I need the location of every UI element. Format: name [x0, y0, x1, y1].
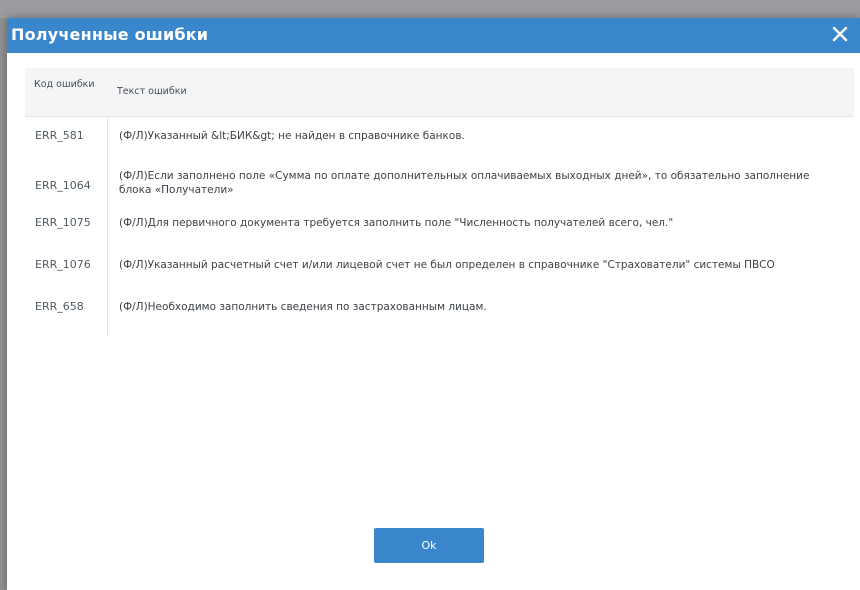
errors-dialog: Полученные ошибки Код ошибки Текст ошибк…	[7, 18, 860, 590]
error-text: (Ф/Л)Указанный &lt;БИК&gt; не найден в с…	[119, 130, 465, 142]
error-text: (Ф/Л)Указанный расчетный счет и/или лице…	[119, 259, 775, 271]
dialog-header: Полученные ошибки	[7, 18, 860, 53]
error-text: (Ф/Л)Необходимо заполнить сведения по за…	[119, 301, 487, 313]
table-header: Код ошибки Текст ошибки	[25, 68, 854, 117]
ok-button[interactable]: Ok	[374, 528, 484, 563]
table-row[interactable]: ERR_1075 (Ф/Л)Для первичного документа т…	[25, 204, 854, 246]
table-row[interactable]: ERR_581 (Ф/Л)Указанный &lt;БИК&gt; не на…	[25, 117, 854, 159]
error-code: ERR_1064	[35, 179, 91, 192]
table-row[interactable]: ERR_1064 (Ф/Л)Если заполнено поле «Сумма…	[25, 159, 854, 204]
table-row[interactable]: ERR_658 (Ф/Л)Необходимо заполнить сведен…	[25, 288, 854, 330]
error-text: (Ф/Л)Если заполнено поле «Сумма по оплат…	[119, 170, 810, 196]
error-text: (Ф/Л)Для первичного документа требуется …	[119, 217, 674, 229]
header-code: Код ошибки	[34, 79, 95, 90]
table-row[interactable]: ERR_1076 (Ф/Л)Указанный расчетный счет и…	[25, 246, 854, 288]
dialog-title: Полученные ошибки	[11, 25, 209, 44]
background-row	[0, 0, 860, 18]
error-code: ERR_1075	[35, 216, 91, 229]
header-text: Текст ошибки	[117, 86, 187, 97]
error-code: ERR_658	[35, 300, 84, 313]
table-body: ERR_581 (Ф/Л)Указанный &lt;БИК&gt; не на…	[25, 117, 854, 337]
error-code: ERR_1076	[35, 258, 91, 271]
close-icon[interactable]	[830, 24, 850, 44]
errors-table: Код ошибки Текст ошибки ERR_581 (Ф/Л)Ука…	[25, 68, 854, 337]
error-code: ERR_581	[35, 129, 84, 142]
